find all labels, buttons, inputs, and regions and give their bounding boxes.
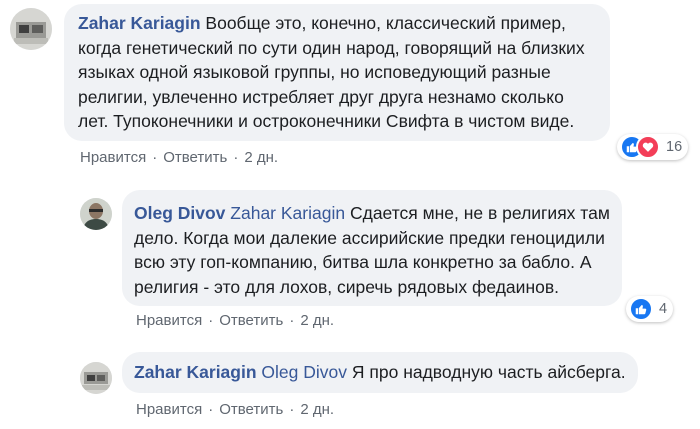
avatar[interactable] — [80, 362, 112, 394]
comment-bubble: Zahar Kariagin Вообще это, конечно, клас… — [64, 4, 610, 141]
comment-actions: Нравится · Ответить · 2 дн. — [80, 149, 278, 167]
separator: · — [152, 149, 158, 166]
comment-author[interactable]: Oleg Divov — [134, 203, 225, 223]
love-icon — [636, 135, 660, 159]
reaction-count: 16 — [666, 139, 683, 155]
comment-author[interactable]: Zahar Kariagin — [134, 362, 257, 382]
comment-author[interactable]: Zahar Kariagin — [78, 13, 201, 33]
separator: · — [208, 312, 214, 329]
comment-bubble: Oleg Divov Zahar Kariagin Сдается мне, н… — [122, 190, 622, 306]
avatar-image — [80, 362, 112, 394]
comment-mention[interactable]: Oleg Divov — [261, 362, 347, 382]
avatar[interactable] — [10, 8, 52, 50]
comment-actions: Нравится · Ответить · 2 дн. — [136, 312, 334, 330]
separator: · — [208, 401, 214, 418]
avatar-image — [10, 8, 52, 50]
reactions-summary[interactable]: 4 — [626, 296, 674, 322]
timestamp[interactable]: 2 дн. — [300, 312, 334, 329]
timestamp[interactable]: 2 дн. — [300, 401, 334, 418]
reply-link[interactable]: Ответить — [163, 149, 227, 166]
reply-link[interactable]: Ответить — [219, 401, 283, 418]
reactions-summary[interactable]: 16 — [617, 134, 689, 160]
like-link[interactable]: Нравится — [136, 312, 202, 329]
reaction-count: 4 — [659, 301, 668, 317]
reply-link[interactable]: Ответить — [219, 312, 283, 329]
separator: · — [233, 149, 239, 166]
comment-bubble: Zahar Kariagin Oleg Divov Я про надводну… — [122, 352, 638, 393]
like-link[interactable]: Нравится — [136, 401, 202, 418]
avatar-image — [80, 198, 112, 230]
separator: · — [289, 312, 295, 329]
comment-actions: Нравится · Ответить · 2 дн. — [136, 401, 334, 419]
like-icon — [629, 297, 653, 321]
separator: · — [289, 401, 295, 418]
comment-text: Я про надводную часть айсберга. — [351, 362, 626, 382]
timestamp[interactable]: 2 дн. — [244, 149, 278, 166]
like-link[interactable]: Нравится — [80, 149, 146, 166]
comment-mention[interactable]: Zahar Kariagin — [230, 203, 345, 223]
avatar[interactable] — [80, 198, 112, 230]
